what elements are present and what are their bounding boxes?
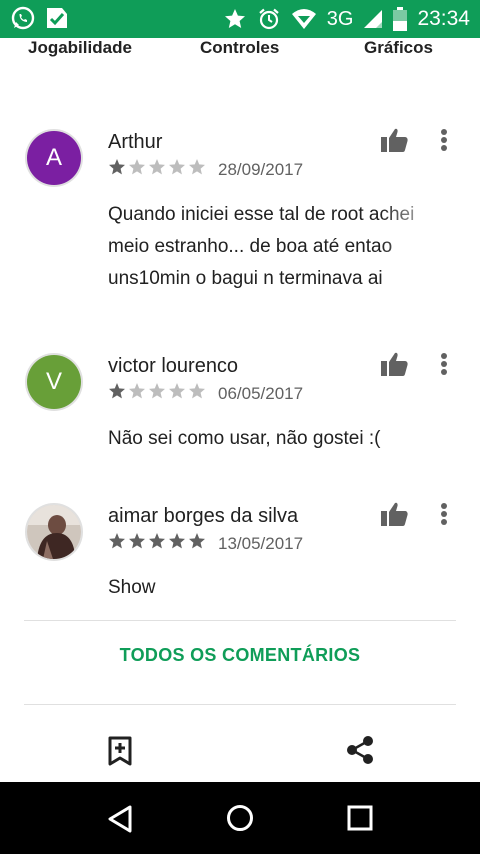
battery-icon — [393, 7, 408, 31]
avatar: V — [27, 355, 81, 409]
review-text[interactable]: Quando iniciei esse tal de root achei me… — [108, 199, 448, 295]
star-filled-icon — [168, 532, 186, 555]
thumbs-up-icon[interactable] — [380, 127, 408, 158]
review-meta: 06/05/2017 — [108, 382, 303, 405]
star-filled-icon — [108, 532, 126, 555]
add-to-wishlist-icon[interactable] — [107, 736, 133, 771]
star-filled-icon — [148, 532, 166, 555]
avatar: A — [27, 131, 81, 185]
star-rating — [108, 158, 206, 181]
star-empty-icon — [188, 158, 206, 181]
divider — [24, 620, 456, 621]
more-options-icon[interactable] — [434, 502, 454, 533]
review-text[interactable]: Show — [108, 572, 448, 604]
star-filled-icon — [108, 158, 126, 181]
review-meta: 13/05/2017 — [108, 532, 303, 555]
clock: 23:34 — [417, 7, 470, 30]
more-options-icon[interactable] — [434, 128, 454, 159]
navigation-bar — [0, 782, 480, 854]
review-text[interactable]: Não sei como usar, não gostei :( — [108, 423, 448, 455]
review-date: 13/05/2017 — [218, 533, 304, 553]
review-text-line: Show — [108, 577, 156, 598]
star-empty-icon — [168, 158, 186, 181]
tag-graficos[interactable]: Gráficos — [364, 38, 433, 58]
review-meta: 28/09/2017 — [108, 158, 303, 181]
back-icon[interactable] — [106, 804, 134, 839]
notification-check-icon — [44, 5, 70, 31]
reviewer-name: victor lourenco — [108, 355, 239, 377]
more-options-icon[interactable] — [434, 352, 454, 383]
network-type: 3G — [326, 7, 354, 30]
review-text-line: Quando iniciei esse tal de root achei — [108, 204, 415, 225]
star-empty-icon — [188, 382, 206, 405]
wifi-icon — [291, 7, 317, 31]
star-empty-icon — [148, 382, 166, 405]
star-icon — [223, 7, 247, 31]
thumbs-up-icon[interactable] — [380, 501, 408, 532]
star-filled-icon — [128, 532, 146, 555]
bottom-actions — [0, 720, 480, 780]
star-filled-icon — [108, 382, 126, 405]
avatar-letter: A — [45, 144, 62, 171]
review-date: 28/09/2017 — [218, 159, 304, 179]
review-text-line: Não sei como usar, não gostei :( — [108, 428, 381, 449]
review-topic-tags: Jogabilidade Controles Gráficos — [0, 38, 480, 62]
avatar-letter: V — [45, 368, 62, 395]
star-empty-icon — [168, 382, 186, 405]
alarm-icon — [257, 7, 281, 31]
star-rating — [108, 382, 206, 405]
status-bar: 3G 23:34 — [0, 0, 480, 38]
recent-apps-icon[interactable] — [347, 805, 373, 836]
whatsapp-icon — [10, 5, 36, 31]
star-rating — [108, 532, 206, 555]
review-text-line: uns10min o bagui n terminava ai — [108, 268, 383, 289]
star-empty-icon — [128, 158, 146, 181]
star-empty-icon — [148, 158, 166, 181]
thumbs-up-icon[interactable] — [380, 351, 408, 382]
review-text-line: meio estranho... de boa até entao — [108, 236, 393, 257]
review-date: 06/05/2017 — [218, 383, 304, 403]
home-icon[interactable] — [226, 804, 254, 837]
tag-controles[interactable]: Controles — [200, 38, 279, 58]
divider — [24, 704, 456, 705]
tag-jogabilidade[interactable]: Jogabilidade — [28, 38, 132, 58]
reviewer-name: aimar borges da silva — [108, 505, 299, 527]
avatar-photo — [27, 505, 81, 559]
all-comments-button[interactable]: TODOS OS COMENTÁRIOS — [0, 645, 480, 666]
reviewer-name: Arthur — [108, 131, 163, 153]
share-icon[interactable] — [345, 735, 375, 770]
star-filled-icon — [188, 532, 206, 555]
signal-icon — [363, 9, 383, 29]
star-empty-icon — [128, 382, 146, 405]
